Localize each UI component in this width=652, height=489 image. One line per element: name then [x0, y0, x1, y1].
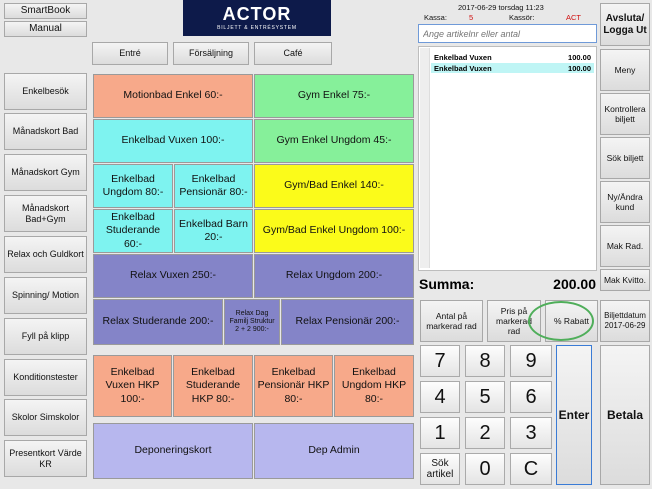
- ny-andra-kund-button[interactable]: Ny/Ändra kund: [600, 181, 650, 223]
- product-button[interactable]: Enkelbad Vuxen 100:-: [93, 119, 253, 163]
- sidebar-item-enkelbesok[interactable]: Enkelbesök: [4, 73, 87, 110]
- sok-biljett-button[interactable]: Sök biljett: [600, 137, 650, 179]
- summa-value: 200.00: [553, 276, 596, 292]
- product-button[interactable]: Relax Vuxen 250:-: [93, 254, 253, 298]
- numpad-6[interactable]: 6: [510, 381, 552, 413]
- product-button[interactable]: Enkelbad Studerande HKP 80:-: [173, 355, 253, 417]
- product-button[interactable]: Gym Enkel 75:-: [254, 74, 414, 118]
- biljettdatum-button[interactable]: Biljettdatum 2017-06-29: [600, 300, 650, 342]
- sidebar-item-fyll-pa-klipp[interactable]: Fyll på klipp: [4, 318, 87, 355]
- logo-title: ACTOR: [222, 4, 292, 24]
- product-button[interactable]: Motionbad Enkel 60:-: [93, 74, 253, 118]
- numpad-1[interactable]: 1: [420, 417, 460, 449]
- pris-button[interactable]: Pris på markerad rad: [487, 300, 541, 342]
- enter-button[interactable]: Enter: [556, 345, 592, 485]
- product-button[interactable]: Enkelbad Vuxen HKP 100:-: [93, 355, 172, 417]
- logo-subtitle: BILJETT & ENTRÉSYSTEM: [217, 25, 297, 31]
- smartbook-button[interactable]: SmartBook: [4, 3, 87, 19]
- numpad-0[interactable]: 0: [465, 453, 505, 485]
- mak-kvitto-button[interactable]: Mak Kvitto.: [600, 269, 650, 291]
- product-button[interactable]: Enkelbad Ungdom HKP 80:-: [334, 355, 414, 417]
- actor-logo: ACTOR BILJETT & ENTRÉSYSTEM: [183, 0, 331, 36]
- mak-rad-button[interactable]: Mak Rad.: [600, 225, 650, 267]
- sidebar-item-relax-guldkort[interactable]: Relax och Guldkort: [4, 236, 87, 273]
- product-button[interactable]: Gym/Bad Enkel Ungdom 100:-: [254, 209, 414, 253]
- kassor-label: Kassör:: [509, 13, 535, 22]
- product-button[interactable]: Enkelbad Pensionär HKP 80:-: [254, 355, 333, 417]
- cart-scrollbar[interactable]: [420, 48, 430, 268]
- sok-artikel-button[interactable]: Sök artikel: [420, 453, 460, 485]
- sidebar-item-konditionstester[interactable]: Konditionstester: [4, 359, 87, 396]
- antal-button[interactable]: Antal på markerad rad: [420, 300, 483, 342]
- cart-list[interactable]: Enkelbad Vuxen 100.00 Enkelbad Vuxen 100…: [418, 46, 597, 271]
- manual-button[interactable]: Manual: [4, 21, 87, 37]
- kassa-value: 5: [469, 13, 474, 22]
- product-button[interactable]: Relax Pensionär 200:-: [281, 299, 414, 345]
- numpad-4[interactable]: 4: [420, 381, 460, 413]
- numpad-clear[interactable]: C: [510, 453, 552, 485]
- deponeringskort-button[interactable]: Deponeringskort: [93, 423, 253, 479]
- numpad-9[interactable]: 9: [510, 345, 552, 377]
- product-button[interactable]: Relax Studerande 200:-: [93, 299, 223, 345]
- kassor-value: ACT: [566, 13, 581, 22]
- numpad-8[interactable]: 8: [465, 345, 505, 377]
- logout-button[interactable]: Avsluta/ Logga Ut: [600, 3, 650, 46]
- dep-admin-button[interactable]: Dep Admin: [254, 423, 414, 479]
- cart-row-selected[interactable]: Enkelbad Vuxen 100.00: [431, 63, 594, 73]
- cart-item-price: 100.00: [568, 52, 591, 62]
- product-button[interactable]: Gym/Bad Enkel 140:-: [254, 164, 414, 208]
- numpad-7[interactable]: 7: [420, 345, 460, 377]
- product-button[interactable]: Enkelbad Pensionär 80:-: [174, 164, 253, 208]
- numpad-2[interactable]: 2: [465, 417, 505, 449]
- tab-forsaljning[interactable]: Försäljning: [173, 42, 249, 65]
- cart-item-name: Enkelbad Vuxen: [434, 63, 492, 73]
- cart-item-price: 100.00: [568, 63, 591, 73]
- sidebar-item-skolor-simskolor[interactable]: Skolor Simskolor: [4, 399, 87, 436]
- cart-row[interactable]: Enkelbad Vuxen 100.00: [431, 52, 594, 62]
- product-button[interactable]: Gym Enkel Ungdom 45:-: [254, 119, 414, 163]
- product-button[interactable]: Enkelbad Studerande 60:-: [93, 209, 173, 253]
- product-button[interactable]: Relax Dag Familj Struktur 2 + 2 900:-: [224, 299, 280, 345]
- product-button[interactable]: Relax Ungdom 200:-: [254, 254, 414, 298]
- sidebar-item-manadskort-bad-gym[interactable]: Månadskort Bad+Gym: [4, 195, 87, 232]
- numpad-5[interactable]: 5: [465, 381, 505, 413]
- kontrollera-biljett-button[interactable]: Kontrollera biljett: [600, 93, 650, 135]
- tab-entre[interactable]: Entré: [92, 42, 168, 65]
- kassa-label: Kassa:: [424, 13, 447, 22]
- cart-item-name: Enkelbad Vuxen: [434, 52, 492, 62]
- betala-button[interactable]: Betala: [600, 345, 650, 485]
- product-button[interactable]: Enkelbad Barn 20:-: [174, 209, 253, 253]
- datetime: 2017-06-29 torsdag 11:23: [458, 3, 544, 12]
- sidebar-item-presentkort[interactable]: Presentkort Värde KR: [4, 440, 87, 477]
- menu-button[interactable]: Meny: [600, 49, 650, 91]
- tab-cafe[interactable]: Café: [254, 42, 332, 65]
- article-search-input[interactable]: [418, 24, 597, 43]
- sidebar-item-manadskort-gym[interactable]: Månadskort Gym: [4, 154, 87, 191]
- summa-label: Summa:: [419, 276, 475, 292]
- sidebar-item-spinning-motion[interactable]: Spinning/ Motion: [4, 277, 87, 314]
- product-button[interactable]: Enkelbad Ungdom 80:-: [93, 164, 173, 208]
- numpad-3[interactable]: 3: [510, 417, 552, 449]
- sidebar-item-manadskort-bad[interactable]: Månadskort Bad: [4, 113, 87, 150]
- rabatt-button[interactable]: % Rabatt: [545, 300, 598, 342]
